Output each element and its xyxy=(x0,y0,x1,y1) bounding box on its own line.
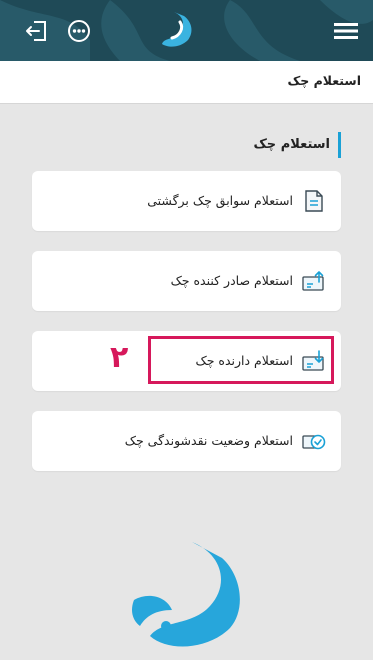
document-icon xyxy=(305,190,323,212)
annotation-highlight-box xyxy=(148,336,334,384)
menu-item-label: استعلام سوابق چک برگشتی xyxy=(147,193,293,208)
menu-item-check-issuer[interactable]: استعلام صادر کننده چک xyxy=(32,251,341,311)
menu-item-label: استعلام وضعیت نقدشوندگی چک xyxy=(124,433,293,448)
check-status-icon xyxy=(302,434,326,450)
annotation-step-number: ۲ xyxy=(110,340,129,375)
check-upload-icon xyxy=(302,271,324,291)
hamburger-menu-icon[interactable] xyxy=(333,18,359,44)
page-titlebar: استعلام چک xyxy=(0,61,373,104)
more-options-icon[interactable] xyxy=(66,18,92,44)
menu-item-check-cashability-status[interactable]: استعلام وضعیت نقدشوندگی چک xyxy=(32,411,341,471)
exit-icon[interactable] xyxy=(24,18,50,44)
bank-logo-large xyxy=(132,542,240,647)
menu-item-bounced-check-history[interactable]: استعلام سوابق چک برگشتی xyxy=(32,171,341,231)
page-title: استعلام چک xyxy=(287,73,361,88)
menu-item-label: استعلام صادر کننده چک xyxy=(170,273,293,288)
app-header xyxy=(0,0,373,61)
bank-logo xyxy=(162,12,192,47)
section-heading: استعلام چک xyxy=(254,132,341,158)
